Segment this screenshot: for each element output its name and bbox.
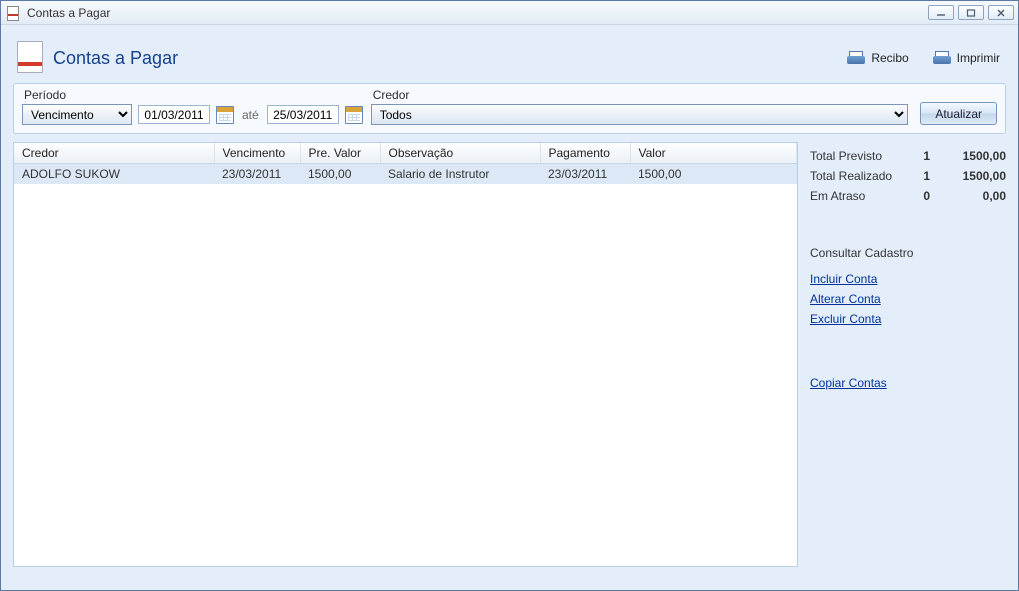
col-header-credor[interactable]: Credor <box>14 143 214 164</box>
filter-bar: Período Vencimento até Credor Todos <box>13 83 1006 134</box>
col-header-pre-valor[interactable]: Pre. Valor <box>300 143 380 164</box>
total-previsto-count: 1 <box>906 149 930 163</box>
credor-select[interactable]: Todos <box>371 104 909 125</box>
col-header-valor[interactable]: Valor <box>630 143 797 164</box>
recibo-button[interactable]: Recibo <box>847 51 908 65</box>
incluir-conta-link[interactable]: Incluir Conta <box>810 272 1006 286</box>
cell-vencimento: 23/03/2011 <box>214 164 300 185</box>
cell-observacao: Salario de Instrutor <box>380 164 540 185</box>
copiar-contas-link[interactable]: Copiar Contas <box>810 376 1006 390</box>
contas-grid: Credor Vencimento Pre. Valor Observação … <box>14 143 797 184</box>
printer-icon <box>933 51 951 65</box>
cell-credor: ADOLFO SUKOW <box>14 164 214 185</box>
credor-label: Credor <box>371 88 909 102</box>
imprimir-label: Imprimir <box>957 51 1000 65</box>
totals: Total Previsto 1 1500,00 Total Realizado… <box>810 146 1006 206</box>
data-de-input[interactable] <box>138 105 210 124</box>
document-icon <box>17 41 43 75</box>
total-atraso-label: Em Atraso <box>810 189 906 203</box>
calendar-icon[interactable] <box>345 106 363 124</box>
app-window: Contas a Pagar Contas a Pagar Recibo <box>0 0 1019 591</box>
minimize-button[interactable] <box>928 5 954 20</box>
col-header-observacao[interactable]: Observação <box>380 143 540 164</box>
cell-pre-valor: 1500,00 <box>300 164 380 185</box>
imprimir-button[interactable]: Imprimir <box>933 51 1000 65</box>
alterar-conta-link[interactable]: Alterar Conta <box>810 292 1006 306</box>
total-realizado-label: Total Realizado <box>810 169 906 183</box>
ate-label: até <box>240 108 261 122</box>
table-pane: Credor Vencimento Pre. Valor Observação … <box>13 142 798 567</box>
main-row: Credor Vencimento Pre. Valor Observação … <box>13 142 1006 567</box>
table-row[interactable]: ADOLFO SUKOW 23/03/2011 1500,00 Salario … <box>14 164 797 185</box>
app-icon <box>5 5 21 21</box>
page-title: Contas a Pagar <box>53 48 178 69</box>
maximize-button[interactable] <box>958 5 984 20</box>
total-atraso-count: 0 <box>906 189 930 203</box>
credor-group: Credor Todos <box>371 88 909 125</box>
calendar-icon[interactable] <box>216 106 234 124</box>
total-realizado-count: 1 <box>906 169 930 183</box>
consultar-cadastro-label: Consultar Cadastro <box>810 246 1006 260</box>
recibo-label: Recibo <box>871 51 908 65</box>
periodo-group: Período Vencimento até <box>22 88 363 125</box>
side-pane: Total Previsto 1 1500,00 Total Realizado… <box>810 142 1006 567</box>
periodo-select[interactable]: Vencimento <box>22 104 132 125</box>
page-header: Contas a Pagar Recibo Imprimir <box>13 33 1006 83</box>
window-title: Contas a Pagar <box>27 6 928 20</box>
excluir-conta-link[interactable]: Excluir Conta <box>810 312 1006 326</box>
col-header-vencimento[interactable]: Vencimento <box>214 143 300 164</box>
col-header-pagamento[interactable]: Pagamento <box>540 143 630 164</box>
content: Contas a Pagar Recibo Imprimir Período V… <box>1 25 1018 579</box>
total-realizado-value: 1500,00 <box>930 169 1006 183</box>
printer-icon <box>847 51 865 65</box>
cell-pagamento: 23/03/2011 <box>540 164 630 185</box>
cell-valor: 1500,00 <box>630 164 797 185</box>
atualizar-button[interactable]: Atualizar <box>920 102 997 125</box>
close-button[interactable] <box>988 5 1014 20</box>
periodo-label: Período <box>22 88 363 102</box>
window-buttons <box>928 5 1014 20</box>
total-atraso-value: 0,00 <box>930 189 1006 203</box>
total-previsto-label: Total Previsto <box>810 149 906 163</box>
data-ate-input[interactable] <box>267 105 339 124</box>
titlebar: Contas a Pagar <box>1 1 1018 25</box>
total-previsto-value: 1500,00 <box>930 149 1006 163</box>
